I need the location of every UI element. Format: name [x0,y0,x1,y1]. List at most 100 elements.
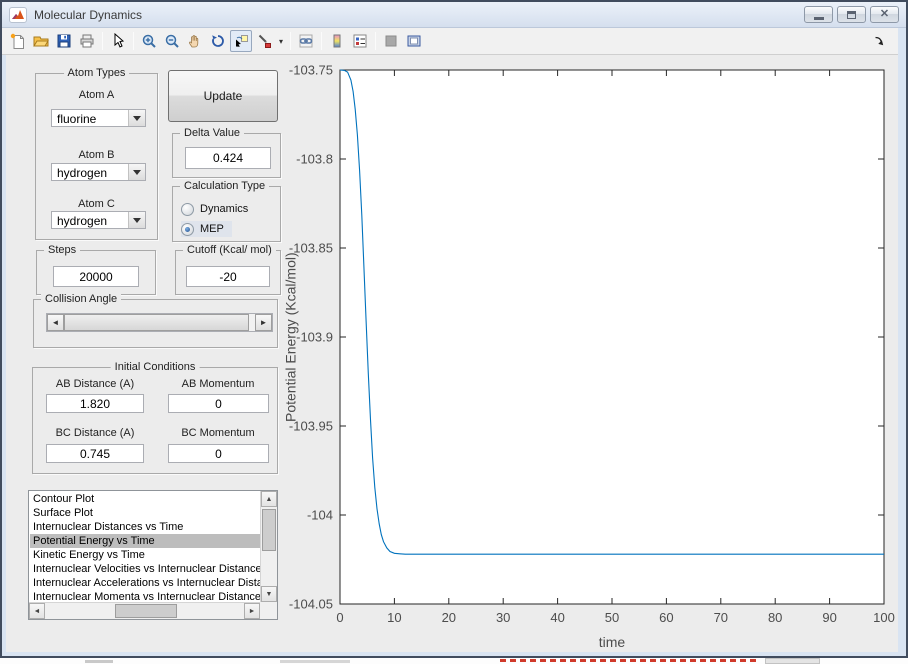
plot-type-list[interactable]: Contour Plot Surface Plot Internuclear Dis… [28,490,278,620]
restore-button[interactable] [837,6,866,23]
close-button[interactable]: ✕ [870,6,899,23]
bc-distance-label: BC Distance (A) [55,427,135,439]
rotate-icon [212,35,224,47]
plot-axes[interactable]: 0 10 20 30 40 50 60 70 80 90 100 -104.05 -104 -103.95… [280,55,898,652]
scroll-up-arrow[interactable]: ▲ [261,491,277,507]
link-plots-button[interactable] [295,30,317,52]
svg-text:70: 70 [714,610,728,625]
radio-icon[interactable] [181,202,194,216]
collision-angle-slider[interactable]: ◄ ► [46,313,273,332]
colorbar-icon [333,34,341,48]
rotate-3d-button[interactable] [207,30,229,52]
vertical-scrollbar[interactable]: ▲ ▼ [260,491,277,602]
delta-value-field[interactable] [185,147,271,169]
chevron-down-icon[interactable] [128,110,145,126]
insert-colorbar-button[interactable] [326,30,348,52]
bc-momentum-field[interactable] [168,444,269,463]
list-item[interactable]: Contour Plot [30,492,260,506]
delta-value-panel: Delta Value [172,127,281,178]
chevron-down-icon[interactable] [128,164,145,180]
toolbar-separator [321,32,322,50]
new-file-button[interactable] [7,30,29,52]
atom-b-dropdown[interactable]: hydrogen [51,163,146,181]
minimize-button[interactable] [804,6,833,23]
ab-distance-field[interactable] [46,394,144,413]
slider-right-arrow[interactable]: ► [255,314,272,331]
scroll-left-arrow[interactable]: ◄ [29,603,45,619]
atom-a-dropdown[interactable]: fluorine [51,109,146,127]
bc-distance-field[interactable] [46,444,144,463]
open-file-button[interactable] [30,30,52,52]
dock-arrow-icon [875,36,884,46]
show-plot-tools-button[interactable] [403,30,425,52]
list-item[interactable]: Internuclear Distances vs Time [30,520,260,534]
radio-dynamics[interactable]: Dynamics [181,201,248,217]
ab-momentum-label: AB Momentum [181,378,255,390]
screen: Molecular Dynamics ✕ ▾ Potential Energy … [0,0,908,664]
svg-text:0: 0 [336,610,343,625]
atom-b-label: Atom B [78,149,115,161]
toolbar-separator [290,32,291,50]
list-item[interactable]: Kinetic Energy vs Time [30,548,260,562]
zoom-out-button[interactable] [161,30,183,52]
pan-button[interactable] [184,30,206,52]
calculation-type-title: Calculation Type [180,180,270,192]
restore-icon [847,10,856,19]
list-item[interactable]: Surface Plot [30,506,260,520]
pointer-tool-button[interactable] [107,30,129,52]
svg-text:time: time [599,634,626,650]
hand-icon [189,35,199,48]
list-item[interactable]: Potential Energy vs Time [30,534,260,548]
ab-momentum-field[interactable] [168,394,269,413]
save-button[interactable] [53,30,75,52]
close-icon: ✕ [879,8,890,20]
brush-menu-button[interactable]: ▾ [276,37,286,46]
radio-mep-label: MEP [200,223,224,235]
dock-figure-button[interactable] [872,34,886,48]
chevron-down-icon[interactable] [128,212,145,228]
delta-value-title: Delta Value [180,127,245,139]
svg-text:20: 20 [442,610,456,625]
atom-types-title: Atom Types [63,67,130,79]
collision-angle-panel: Collision Angle ◄ ► [33,293,278,348]
list-item[interactable]: Internuclear Accelerations vs Internucle… [30,576,260,590]
print-button[interactable] [76,30,98,52]
svg-text:60: 60 [659,610,673,625]
list-item[interactable]: Internuclear Momenta vs Internuclear Dis… [30,590,260,602]
bc-momentum-label: BC Momentum [181,427,255,439]
arrow-cursor-icon [114,33,125,48]
update-button[interactable]: Update [168,70,278,122]
atom-a-value: fluorine [57,112,97,126]
radio-mep[interactable]: MEP [181,221,232,237]
plot-area[interactable]: 0 10 20 30 40 50 60 70 80 90 100 -104.05 -104 -103.95… [280,55,898,652]
initial-conditions-title: Initial Conditions [110,361,200,373]
slider-left-arrow[interactable]: ◄ [47,314,64,331]
toolbar-separator [375,32,376,50]
vertical-scroll-thumb[interactable] [262,509,276,551]
cutoff-field[interactable] [186,266,270,287]
data-cursor-icon [236,35,248,47]
slider-thumb[interactable] [64,314,249,331]
list-item[interactable]: Internuclear Velocities vs Internuclear … [30,562,260,576]
atom-c-dropdown[interactable]: hydrogen [51,211,146,229]
horizontal-scroll-thumb[interactable] [115,604,177,618]
horizontal-scrollbar[interactable]: ◄ ► [29,602,260,619]
hide-plot-tools-button[interactable] [380,30,402,52]
svg-text:10: 10 [387,610,401,625]
scroll-down-arrow[interactable]: ▼ [261,586,277,602]
svg-text:-103.95: -103.95 [289,419,333,434]
steps-field[interactable] [53,266,139,287]
insert-legend-button[interactable] [349,30,371,52]
titlebar: Molecular Dynamics ✕ [2,2,906,28]
matlab-logo-icon [9,6,27,23]
data-cursor-button[interactable] [230,30,252,52]
occluded-window-sliver [0,658,908,664]
svg-text:100: 100 [873,610,895,625]
brush-button[interactable] [253,30,275,52]
background-fragment [85,660,113,663]
new-file-icon [10,33,24,49]
scroll-right-arrow[interactable]: ► [244,603,260,619]
radio-selected-icon[interactable] [181,222,194,236]
svg-text:90: 90 [822,610,836,625]
zoom-in-button[interactable] [138,30,160,52]
